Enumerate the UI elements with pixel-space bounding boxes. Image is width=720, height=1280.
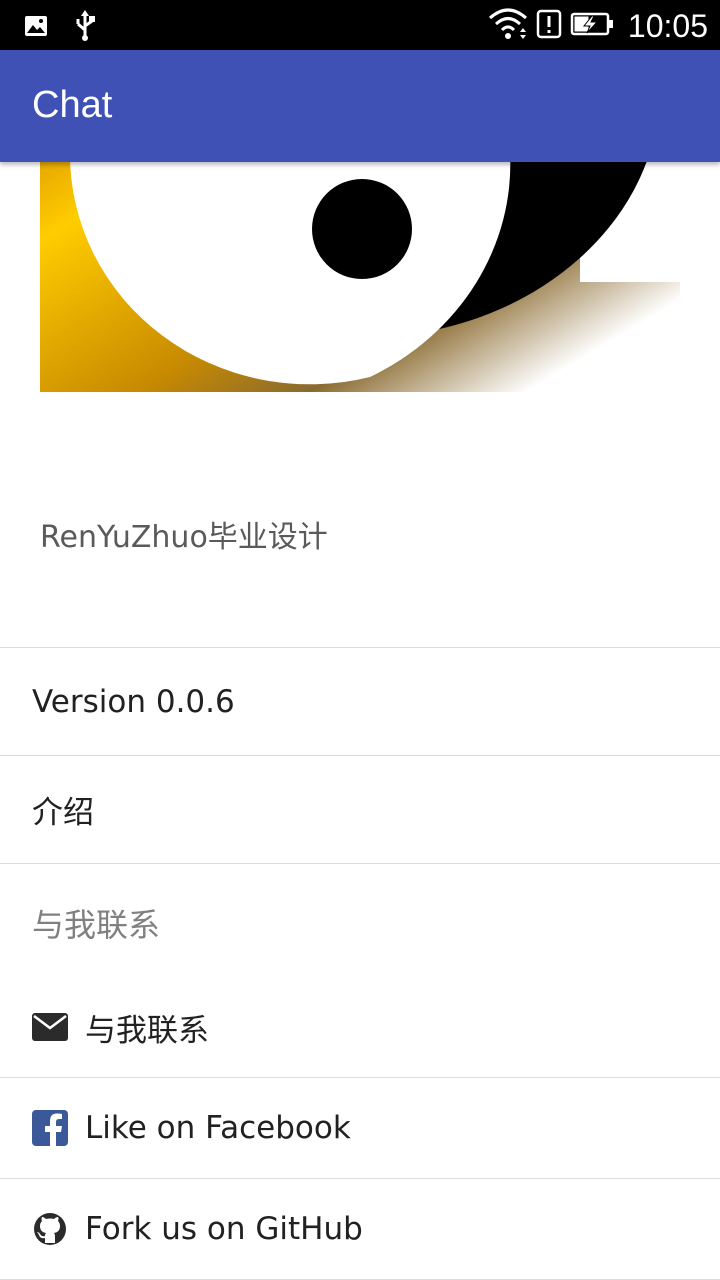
wifi-icon [488,6,528,46]
status-left [24,10,96,46]
divider [0,863,720,864]
intro-label: 介绍 [32,795,94,831]
facebook-icon [32,1110,68,1146]
github-label: Fork us on GitHub [85,1211,363,1247]
contact-email-label: 与我联系 [85,1012,209,1049]
usb-icon [74,10,96,46]
app-bar: Chat [0,50,720,162]
github-icon [32,1211,68,1247]
contact-section-header: 与我联系 [32,906,161,944]
email-icon [32,1009,68,1045]
facebook-item[interactable]: Like on Facebook [0,1078,720,1178]
github-item[interactable]: Fork us on GitHub [0,1179,720,1279]
image-icon [24,14,48,42]
about-content: RenYuZhuo毕业设计 Version 0.0.6 介绍 与我联系 与我联系… [0,162,720,1280]
contact-email-item[interactable]: 与我联系 [0,977,720,1077]
app-subtitle: RenYuZhuo毕业设计 [40,520,328,555]
version-label: Version 0.0.6 [32,683,235,720]
status-right: 10:05 [488,6,708,46]
battery-charging-icon [570,11,614,41]
intro-item[interactable]: 介绍 [0,756,720,863]
version-item[interactable]: Version 0.0.6 [0,648,720,755]
app-title: Chat [32,84,113,126]
status-bar: 10:05 [0,0,720,50]
facebook-label: Like on Facebook [85,1110,351,1146]
status-time: 10:05 [627,7,708,44]
alert-icon [536,9,562,43]
header-banner-image [40,162,680,392]
